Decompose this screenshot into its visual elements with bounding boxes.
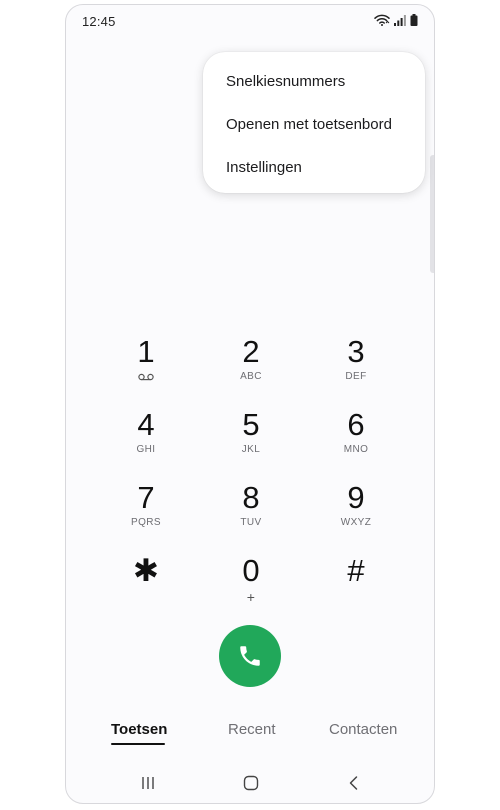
bottom-tabs: Toetsen Recent Contacten [66, 721, 434, 751]
keypad-row: ✱ 0 + # [94, 554, 408, 627]
key-star[interactable]: ✱ [94, 554, 198, 620]
tab-contacts[interactable]: Contacten [329, 721, 397, 738]
key-digit: 3 [347, 334, 365, 369]
keypad-row: 1 2 ABC 3 DEF [94, 335, 408, 408]
menu-item-settings[interactable]: Instellingen [203, 146, 425, 189]
key-letters: TUV [240, 517, 262, 528]
phone-icon [240, 646, 260, 666]
key-digit: 1 [137, 334, 155, 369]
overflow-menu: Snelkiesnummers Openen met toetsenbord I… [203, 52, 425, 193]
key-plus: + [246, 589, 256, 605]
key-letters: JKL [241, 444, 261, 455]
call-button[interactable] [219, 625, 281, 687]
key-digit: 2 [242, 334, 260, 369]
key-digit: 6 [347, 407, 365, 442]
phone-screen: 12:45 Snelkiesnummers Openen met toetsen… [65, 4, 435, 804]
wifi-icon [374, 14, 390, 26]
tab-recent[interactable]: Recent [228, 721, 276, 738]
key-3[interactable]: 3 DEF [304, 335, 408, 401]
edge-panel-handle[interactable] [430, 155, 434, 273]
key-2[interactable]: 2 ABC [199, 335, 303, 401]
key-4[interactable]: 4 GHI [94, 408, 198, 474]
home-button[interactable] [236, 771, 266, 795]
status-time: 12:45 [82, 14, 116, 29]
key-0[interactable]: 0 + [199, 554, 303, 620]
key-digit: 4 [137, 407, 155, 442]
system-nav-bar [66, 765, 434, 801]
key-letters: GHI [136, 444, 156, 455]
status-bar: 12:45 [66, 5, 434, 37]
key-6[interactable]: 6 MNO [304, 408, 408, 474]
active-tab-indicator [111, 743, 165, 745]
key-digit: 0 [242, 553, 260, 588]
back-button[interactable] [339, 771, 369, 795]
keypad-row: 4 GHI 5 JKL 6 MNO [94, 408, 408, 481]
key-digit: 7 [137, 480, 155, 515]
status-icons [374, 14, 418, 26]
key-letters: ABC [240, 371, 262, 382]
key-7[interactable]: 7 PQRS [94, 481, 198, 547]
key-digit: 8 [242, 480, 260, 515]
menu-item-speed-dial[interactable]: Snelkiesnummers [203, 60, 425, 103]
key-letters: MNO [343, 444, 369, 455]
keypad-row: 7 PQRS 8 TUV 9 WXYZ [94, 481, 408, 554]
recent-apps-icon [142, 777, 154, 789]
key-digit: # [347, 553, 365, 588]
recent-apps-button[interactable] [133, 771, 163, 795]
key-8[interactable]: 8 TUV [199, 481, 303, 547]
key-9[interactable]: 9 WXYZ [304, 481, 408, 547]
voicemail-icon [138, 373, 154, 381]
key-digit: 5 [242, 407, 260, 442]
battery-icon [410, 14, 418, 26]
menu-item-open-with-keypad[interactable]: Openen met toetsenbord [203, 103, 425, 146]
signal-icon [394, 14, 406, 26]
key-5[interactable]: 5 JKL [199, 408, 303, 474]
key-digit: ✱ [133, 553, 159, 588]
key-letters: WXYZ [340, 517, 372, 528]
key-sub [138, 370, 154, 384]
key-digit: 9 [347, 480, 365, 515]
key-letters: DEF [345, 371, 367, 382]
key-letters: PQRS [131, 517, 161, 528]
tab-keypad[interactable]: Toetsen [111, 721, 167, 738]
back-icon [349, 776, 358, 790]
dial-keypad: 1 2 ABC 3 DEF 4 GHI 5 JKL 6 MNO 7 PQRS 8… [94, 335, 408, 627]
key-hash[interactable]: # [304, 554, 408, 620]
home-icon [243, 775, 259, 791]
key-1[interactable]: 1 [94, 335, 198, 401]
